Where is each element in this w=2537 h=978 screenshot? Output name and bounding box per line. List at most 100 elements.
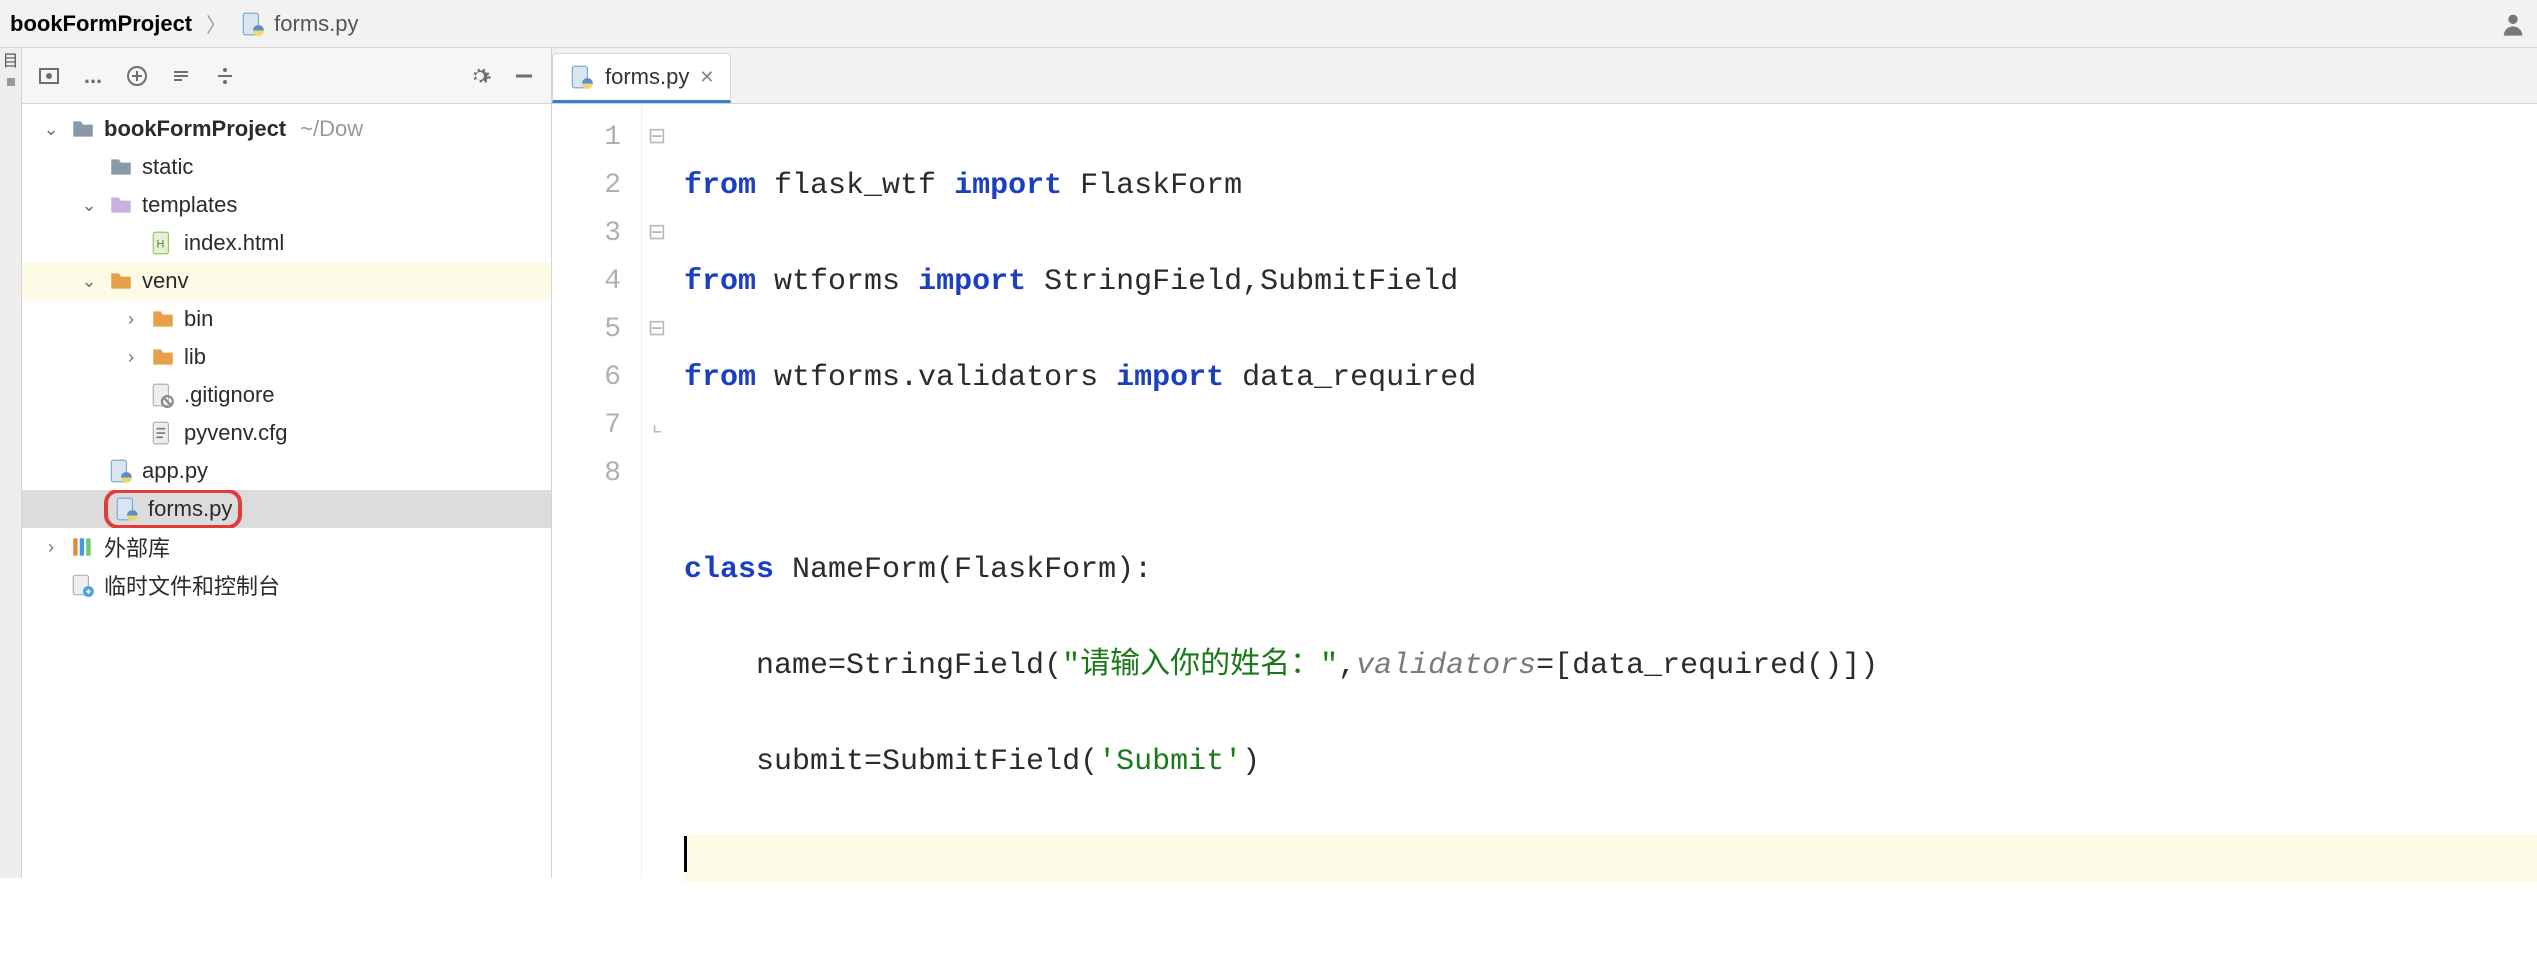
folder-icon — [108, 268, 134, 294]
code-editor[interactable]: 1 2 3 4 5 6 7 8 ⊟ ⊟ ⊟ ⌞ — [552, 104, 2537, 878]
code-line: from wtforms import StringField,SubmitFi… — [684, 258, 2537, 306]
tree-file-app-py[interactable]: › app.py — [22, 452, 551, 490]
settings-icon[interactable] — [467, 63, 493, 89]
chevron-right-icon[interactable]: › — [40, 537, 62, 558]
line-number: 7 — [552, 402, 621, 450]
tree-root-label: bookFormProject — [104, 116, 286, 142]
fold-end-icon[interactable]: ⌞ — [642, 402, 672, 450]
tree-label: templates — [142, 192, 237, 218]
hide-icon[interactable] — [511, 63, 537, 89]
tree-file-pyvenv[interactable]: › pyvenv.cfg — [22, 414, 551, 452]
toolbar-ellipsis[interactable]: ... — [80, 63, 106, 89]
folder-icon — [150, 344, 176, 370]
tree-folder-templates[interactable]: ⌄ templates — [22, 186, 551, 224]
tree-file-index-html[interactable]: › H index.html — [22, 224, 551, 262]
editor-tabs: forms.py ✕ — [552, 48, 2537, 104]
tree-label: static — [142, 154, 193, 180]
tree-label: .gitignore — [184, 382, 275, 408]
breadcrumb-file-label: forms.py — [274, 11, 358, 37]
python-file-icon — [569, 64, 595, 90]
code-line: class NameForm(FlaskForm): — [684, 546, 2537, 594]
main-area: 目 ... ⌄ bookFormProject ~/Dow — [0, 48, 2537, 878]
stripe-dot-icon — [7, 78, 15, 86]
line-gutter: 1 2 3 4 5 6 7 8 — [552, 104, 642, 878]
tree-label: 临时文件和控制台 — [104, 569, 280, 601]
svg-text:H: H — [157, 238, 165, 250]
tree-label: venv — [142, 268, 188, 294]
tree-label: bin — [184, 306, 213, 332]
breadcrumb-separator: 〉 — [202, 9, 230, 38]
code-line-active — [684, 834, 2537, 882]
tree-label: index.html — [184, 230, 284, 256]
folder-icon — [150, 306, 176, 332]
tree-label: forms.py — [148, 496, 232, 522]
line-number: 5 — [552, 306, 621, 354]
tree-label: pyvenv.cfg — [184, 420, 288, 446]
select-opened-file-icon[interactable] — [36, 63, 62, 89]
tree-folder-static[interactable]: › static — [22, 148, 551, 186]
editor-area: forms.py ✕ 1 2 3 4 5 6 7 8 ⊟ — [552, 48, 2537, 878]
fold-column: ⊟ ⊟ ⊟ ⌞ — [642, 104, 672, 878]
python-file-icon — [240, 11, 266, 37]
code-line — [684, 450, 2537, 498]
breadcrumb: bookFormProject 〉 forms.py — [10, 9, 359, 38]
line-number: 8 — [552, 450, 621, 498]
line-number: 2 — [552, 162, 621, 210]
python-file-icon — [108, 458, 134, 484]
sidebar-toolbar: ... — [22, 48, 551, 104]
code-line: from wtforms.validators import data_requ… — [684, 354, 2537, 402]
chevron-down-icon[interactable]: ⌄ — [40, 119, 62, 140]
user-icon[interactable] — [2499, 10, 2527, 38]
tree-external-libs[interactable]: › 外部库 — [22, 528, 551, 566]
folder-icon — [70, 116, 96, 142]
text-file-icon — [150, 420, 176, 446]
project-tree: ⌄ bookFormProject ~/Dow › static ⌄ templ… — [22, 104, 551, 878]
close-icon[interactable]: ✕ — [699, 67, 714, 88]
code-content[interactable]: from flask_wtf import FlaskForm from wtf… — [672, 104, 2537, 878]
tab-forms-py[interactable]: forms.py ✕ — [552, 53, 731, 103]
code-line: submit=SubmitField('Submit') — [684, 738, 2537, 786]
line-number: 3 — [552, 210, 621, 258]
ide-root: bookFormProject 〉 forms.py 目 ... — [0, 0, 2537, 878]
expand-all-icon[interactable] — [124, 63, 150, 89]
collapse-all-icon[interactable] — [168, 63, 194, 89]
breadcrumb-file[interactable]: forms.py — [240, 11, 358, 37]
left-tool-stripe: 目 — [0, 48, 22, 878]
scratches-icon — [70, 572, 96, 598]
chevron-right-icon[interactable]: › — [120, 309, 142, 330]
breadcrumb-bar: bookFormProject 〉 forms.py — [0, 0, 2537, 48]
fold-icon[interactable]: ⊟ — [642, 114, 672, 162]
line-number: 1 — [552, 114, 621, 162]
line-number: 4 — [552, 258, 621, 306]
fold-icon[interactable]: ⊟ — [642, 306, 672, 354]
chevron-down-icon[interactable]: ⌄ — [78, 195, 100, 216]
tree-folder-venv[interactable]: ⌄ venv — [22, 262, 551, 300]
stripe-label: 目 — [2, 54, 18, 70]
html-file-icon: H — [150, 230, 176, 256]
tree-scratches[interactable]: › 临时文件和控制台 — [22, 566, 551, 604]
fold-icon[interactable]: ⊟ — [642, 210, 672, 258]
folder-icon — [108, 192, 134, 218]
tree-folder-lib[interactable]: › lib — [22, 338, 551, 376]
code-line: name=StringField("请输入你的姓名：",validators=[… — [684, 642, 2537, 690]
tree-label: lib — [184, 344, 206, 370]
chevron-down-icon[interactable]: ⌄ — [78, 271, 100, 292]
highlight-box: forms.py — [104, 490, 242, 528]
tree-file-gitignore[interactable]: › .gitignore — [22, 376, 551, 414]
folder-icon — [108, 154, 134, 180]
tree-label: app.py — [142, 458, 208, 484]
python-file-icon — [114, 496, 140, 522]
tree-root-path: ~/Dow — [300, 116, 363, 142]
chevron-right-icon[interactable]: › — [120, 347, 142, 368]
project-sidebar: ... ⌄ bookFormProject ~/Dow › st — [22, 48, 552, 878]
divide-icon[interactable] — [212, 63, 238, 89]
code-line: from flask_wtf import FlaskForm — [684, 162, 2537, 210]
tree-file-forms-py[interactable]: › forms.py — [22, 490, 551, 528]
tree-root[interactable]: ⌄ bookFormProject ~/Dow — [22, 110, 551, 148]
gitignore-file-icon — [150, 382, 176, 408]
tree-folder-bin[interactable]: › bin — [22, 300, 551, 338]
tree-label: 外部库 — [104, 531, 170, 563]
breadcrumb-project[interactable]: bookFormProject — [10, 11, 192, 37]
text-cursor — [684, 836, 687, 872]
libraries-icon — [70, 534, 96, 560]
